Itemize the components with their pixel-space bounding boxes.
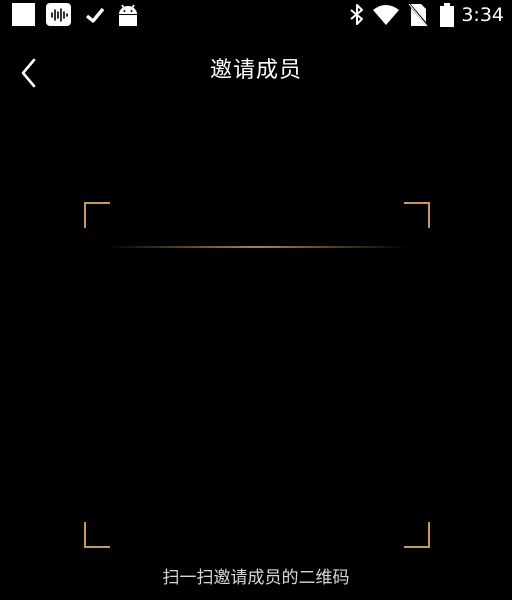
- scanner-corner-bottom-left: [84, 522, 110, 548]
- scan-line: [106, 246, 408, 248]
- app-bar: 邀请成员: [0, 46, 512, 98]
- wifi-icon: [373, 5, 399, 25]
- android-icon: [119, 4, 137, 26]
- no-sim-icon: [408, 3, 428, 27]
- scanner-corner-bottom-right: [404, 522, 430, 548]
- bluetooth-icon: [350, 4, 363, 25]
- scanner-corner-top-left: [84, 202, 110, 228]
- voicemail-icon: [46, 3, 71, 26]
- status-bar: 3:34: [0, 0, 512, 30]
- qr-scanner-screen: 3:34 邀请成员 扫一扫邀请成员的二维码: [0, 0, 512, 600]
- scan-hint-text: 扫一扫邀请成员的二维码: [162, 568, 350, 588]
- status-time: 3:34: [461, 4, 504, 26]
- battery-icon: [440, 3, 454, 27]
- page-title: 邀请成员: [209, 58, 302, 83]
- check-icon: [85, 7, 105, 23]
- notification-square-icon: [12, 3, 35, 26]
- scanner-corner-top-right: [404, 202, 430, 228]
- qr-scanner-viewfinder[interactable]: [84, 202, 430, 548]
